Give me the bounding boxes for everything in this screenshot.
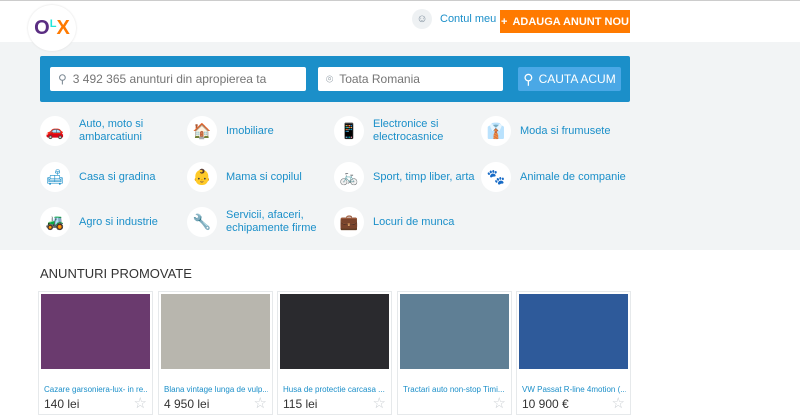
listing-image[interactable] [41,294,150,369]
location-field[interactable]: ⌾ [318,67,503,91]
post-ad-button[interactable]: + ADAUGA ANUNT NOU [500,10,630,33]
search-button[interactable]: ⚲ CAUTA ACUM [518,67,621,91]
category-item[interactable]: 🔧 Servicii, afaceri, echipamente firme [187,207,332,237]
category-item[interactable]: 📱 Electronice si electrocasnice [334,116,479,146]
query-field[interactable]: ⚲ [50,67,306,91]
search-icon: ⚲ [523,70,534,87]
category-label: Animale de companie [520,170,626,183]
category-item[interactable]: 🚲 Sport, timp liber, arta [334,162,479,192]
header: OLX ☺ Contul meu + ADAUGA ANUNT NOU [0,0,800,51]
category-label: Electronice si electrocasnice [373,118,444,143]
listing-price: 10 900 € [522,397,569,411]
house-icon: 🏠 [187,116,217,146]
stroller-icon: 👶 [187,162,217,192]
listing-card[interactable]: VW Passat R-line 4motion (... 10 900 € ☆ [516,291,631,415]
listing-title[interactable]: VW Passat R-line 4motion (... [522,385,626,394]
search-input[interactable] [72,72,306,86]
listing-image[interactable] [280,294,389,369]
section-title: ANUNTURI PROMOVATE [40,266,192,281]
star-icon[interactable]: ☆ [493,394,506,412]
listing-price: 4 950 lei [164,397,210,411]
category-item[interactable]: 🚜 Agro si industrie [40,207,185,237]
listing-card[interactable]: Husa de protectie carcasa ... 115 lei ☆ [277,291,392,415]
listing-title[interactable]: Cazare garsoniera-lux- in re... [44,385,148,394]
listing-image[interactable] [161,294,270,369]
account-link[interactable]: ☺ Contul meu [412,9,496,29]
listing-image[interactable] [400,294,509,369]
briefcase-icon: 💼 [334,207,364,237]
star-icon[interactable]: ☆ [612,394,625,412]
plus-icon: + [501,15,508,28]
shirt-icon: 👔 [481,116,511,146]
phone-icon: 📱 [334,116,364,146]
user-icon: ☺ [412,9,432,29]
category-label: Locuri de munca [373,215,455,228]
location-input[interactable] [339,72,503,86]
category-item[interactable]: 🛋 Casa si gradina [40,162,185,192]
listing-title[interactable]: Blana vintage lunga de vulp... [164,385,268,394]
category-label: Imobiliare [226,124,274,137]
bicycle-icon: 🚲 [334,162,364,192]
star-icon[interactable]: ☆ [134,394,147,412]
star-icon[interactable]: ☆ [373,394,386,412]
tractor-icon: 🚜 [40,207,70,237]
listing-title[interactable]: Husa de protectie carcasa ... [283,385,387,394]
star-icon[interactable]: ☆ [254,394,267,412]
listing-card[interactable]: Cazare garsoniera-lux- in re... 140 lei … [38,291,153,415]
category-item[interactable]: 👶 Mama si copilul [187,162,332,192]
listing-title[interactable]: Tractari auto non-stop Timi... [403,385,507,394]
listing-card[interactable]: Tractari auto non-stop Timi... ☆ [397,291,512,415]
listing-image[interactable] [519,294,628,369]
category-label: Casa si gradina [79,170,156,183]
category-item[interactable]: 🚗 Auto, moto si ambarcatiuni [40,116,185,146]
sofa-icon: 🛋 [40,162,70,192]
category-label: Servicii, afaceri, echipamente firme [226,209,317,234]
category-label: Agro si industrie [79,215,158,228]
search-bar: ⚲ ⌾ ⚲ CAUTA ACUM [40,56,630,102]
search-icon: ⚲ [58,72,67,86]
category-label: Auto, moto si ambarcatiuni [79,118,144,143]
paw-icon: 🐾 [481,162,511,192]
wrench-icon: 🔧 [187,207,217,237]
category-label: Sport, timp liber, arta [373,170,475,183]
listing-price: 140 lei [44,397,80,411]
account-label: Contul meu [440,13,497,25]
category-item[interactable]: 🐾 Animale de companie [481,162,626,192]
category-item[interactable]: 👔 Moda si frumusete [481,116,626,146]
category-label: Moda si frumusete [520,124,611,137]
car-icon: 🚗 [40,116,70,146]
location-pin-icon: ⌾ [326,71,334,86]
category-item[interactable]: 💼 Locuri de munca [334,207,479,237]
olx-logo[interactable]: OLX [28,5,76,51]
category-item[interactable]: 🏠 Imobiliare [187,116,332,146]
listing-price: 115 lei [283,397,318,411]
listing-card[interactable]: Blana vintage lunga de vulp... 4 950 lei… [158,291,273,415]
category-label: Mama si copilul [226,170,302,183]
